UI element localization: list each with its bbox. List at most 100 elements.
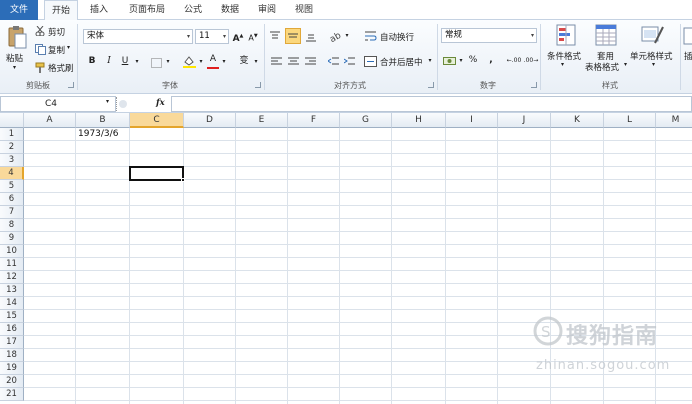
- row-header-17[interactable]: 17: [0, 336, 24, 349]
- align-left-icon[interactable]: [271, 57, 283, 67]
- name-box[interactable]: C4: [0, 96, 116, 112]
- tab-home[interactable]: 开始: [44, 0, 78, 21]
- paste-button[interactable]: [6, 24, 28, 50]
- tab-view[interactable]: 视图: [289, 0, 319, 20]
- percent-button[interactable]: %: [467, 53, 479, 68]
- row-header-11[interactable]: 11: [0, 258, 24, 271]
- tab-formulas[interactable]: 公式: [178, 0, 208, 20]
- fill-color-icon[interactable]: [183, 56, 196, 68]
- grow-font-button[interactable]: A▲: [232, 29, 244, 44]
- alignment-dialog-launcher[interactable]: [428, 82, 434, 88]
- tab-file[interactable]: 文件: [0, 0, 38, 20]
- row-header-21[interactable]: 21: [0, 388, 24, 401]
- increase-decimal-button[interactable]: ←.00: [506, 53, 522, 68]
- underline-dropdown-icon[interactable]: ▾: [133, 54, 141, 69]
- wrap-text-button[interactable]: 自动换行: [380, 31, 414, 43]
- border-icon[interactable]: [151, 58, 162, 68]
- increase-indent-icon[interactable]: [344, 57, 356, 67]
- column-header-d[interactable]: D: [184, 113, 236, 128]
- row-header-13[interactable]: 13: [0, 284, 24, 297]
- column-header-g[interactable]: G: [340, 113, 392, 128]
- insert-function-button[interactable]: fx: [156, 98, 165, 108]
- formula-input[interactable]: [171, 96, 692, 112]
- row-header-10[interactable]: 10: [0, 245, 24, 258]
- currency-dropdown-icon[interactable]: ▾: [457, 53, 465, 68]
- column-header-i[interactable]: I: [446, 113, 498, 128]
- fill-handle[interactable]: [181, 178, 185, 182]
- decrease-decimal-button[interactable]: .00→: [523, 53, 539, 68]
- shrink-font-button[interactable]: A▼: [247, 29, 259, 44]
- row-header-4[interactable]: 4: [0, 167, 24, 180]
- currency-icon[interactable]: [443, 55, 456, 67]
- row-header-12[interactable]: 12: [0, 271, 24, 284]
- font-name-select[interactable]: 宋体 ▾: [83, 29, 193, 44]
- number-dialog-launcher[interactable]: [531, 82, 537, 88]
- fill-color-dropdown-icon[interactable]: ▾: [197, 54, 205, 69]
- underline-button[interactable]: U: [119, 54, 131, 69]
- bold-button[interactable]: B: [86, 54, 98, 69]
- copy-dropdown-icon[interactable]: ▾: [67, 44, 70, 51]
- phonetic-button[interactable]: 变: [238, 54, 250, 69]
- column-header-e[interactable]: E: [236, 113, 288, 128]
- tab-page-layout[interactable]: 页面布局: [122, 0, 172, 20]
- phonetic-dropdown-icon[interactable]: ▾: [252, 54, 260, 69]
- align-bottom-icon[interactable]: [305, 30, 317, 42]
- clipboard-dialog-launcher[interactable]: [68, 82, 74, 88]
- row-header-20[interactable]: 20: [0, 375, 24, 388]
- row-header-2[interactable]: 2: [0, 141, 24, 154]
- cell-styles-dropdown-icon[interactable]: ▾: [652, 61, 655, 68]
- format-as-table-button[interactable]: 表格格式: [585, 61, 619, 73]
- column-header-m[interactable]: M: [656, 113, 692, 128]
- column-header-h[interactable]: H: [392, 113, 446, 128]
- decrease-indent-icon[interactable]: [328, 57, 340, 67]
- row-header-9[interactable]: 9: [0, 232, 24, 245]
- row-header-18[interactable]: 18: [0, 349, 24, 362]
- align-top-icon[interactable]: [269, 30, 281, 42]
- comma-button[interactable]: ,: [486, 53, 496, 68]
- insert-cells-button[interactable]: 插: [684, 50, 692, 62]
- tab-data[interactable]: 数据: [215, 0, 245, 20]
- number-format-select[interactable]: 常规 ▾: [441, 28, 537, 43]
- orientation-dropdown-icon[interactable]: ▾: [343, 28, 351, 43]
- font-size-select[interactable]: 11 ▾: [195, 29, 229, 44]
- column-header-k[interactable]: K: [551, 113, 604, 128]
- row-header-5[interactable]: 5: [0, 180, 24, 193]
- row-header-6[interactable]: 6: [0, 193, 24, 206]
- italic-button[interactable]: I: [103, 54, 115, 69]
- align-center-icon[interactable]: [288, 57, 300, 67]
- font-color-button[interactable]: A: [207, 52, 219, 67]
- row-header-1[interactable]: 1: [0, 128, 24, 141]
- tab-insert[interactable]: 插入: [84, 0, 114, 20]
- format-painter-button[interactable]: 格式刷: [48, 62, 74, 74]
- row-header-16[interactable]: 16: [0, 323, 24, 336]
- format-as-table-dropdown-icon[interactable]: ▾: [624, 61, 627, 68]
- border-dropdown-icon[interactable]: ▾: [164, 54, 172, 69]
- font-dialog-launcher[interactable]: [255, 82, 261, 88]
- row-header-8[interactable]: 8: [0, 219, 24, 232]
- orientation-icon[interactable]: ab: [329, 30, 343, 42]
- column-header-c[interactable]: C: [130, 113, 184, 128]
- column-header-l[interactable]: L: [604, 113, 656, 128]
- conditional-dropdown-icon[interactable]: ▾: [561, 61, 564, 68]
- merge-center-button[interactable]: 合并后居中: [380, 56, 423, 68]
- column-header-f[interactable]: F: [288, 113, 340, 128]
- row-header-14[interactable]: 14: [0, 297, 24, 310]
- cell-b1[interactable]: 1973/3/6: [78, 128, 118, 141]
- merge-dropdown-icon[interactable]: ▾: [426, 53, 434, 68]
- copy-button[interactable]: 复制: [48, 44, 65, 56]
- select-all-corner[interactable]: [0, 113, 24, 128]
- cut-button[interactable]: 剪切: [48, 26, 65, 38]
- column-header-b[interactable]: B: [76, 113, 130, 128]
- tab-review[interactable]: 审阅: [252, 0, 282, 20]
- active-cell-c4[interactable]: [129, 166, 184, 181]
- column-header-a[interactable]: A: [24, 113, 76, 128]
- paste-label[interactable]: 粘贴: [6, 52, 23, 64]
- row-header-3[interactable]: 3: [0, 154, 24, 167]
- row-header-15[interactable]: 15: [0, 310, 24, 323]
- align-right-icon[interactable]: [305, 57, 317, 67]
- row-header-19[interactable]: 19: [0, 362, 24, 375]
- row-header-7[interactable]: 7: [0, 206, 24, 219]
- column-header-j[interactable]: J: [498, 113, 551, 128]
- font-color-dropdown-icon[interactable]: ▾: [220, 54, 228, 69]
- paste-dropdown-icon[interactable]: ▾: [13, 64, 16, 71]
